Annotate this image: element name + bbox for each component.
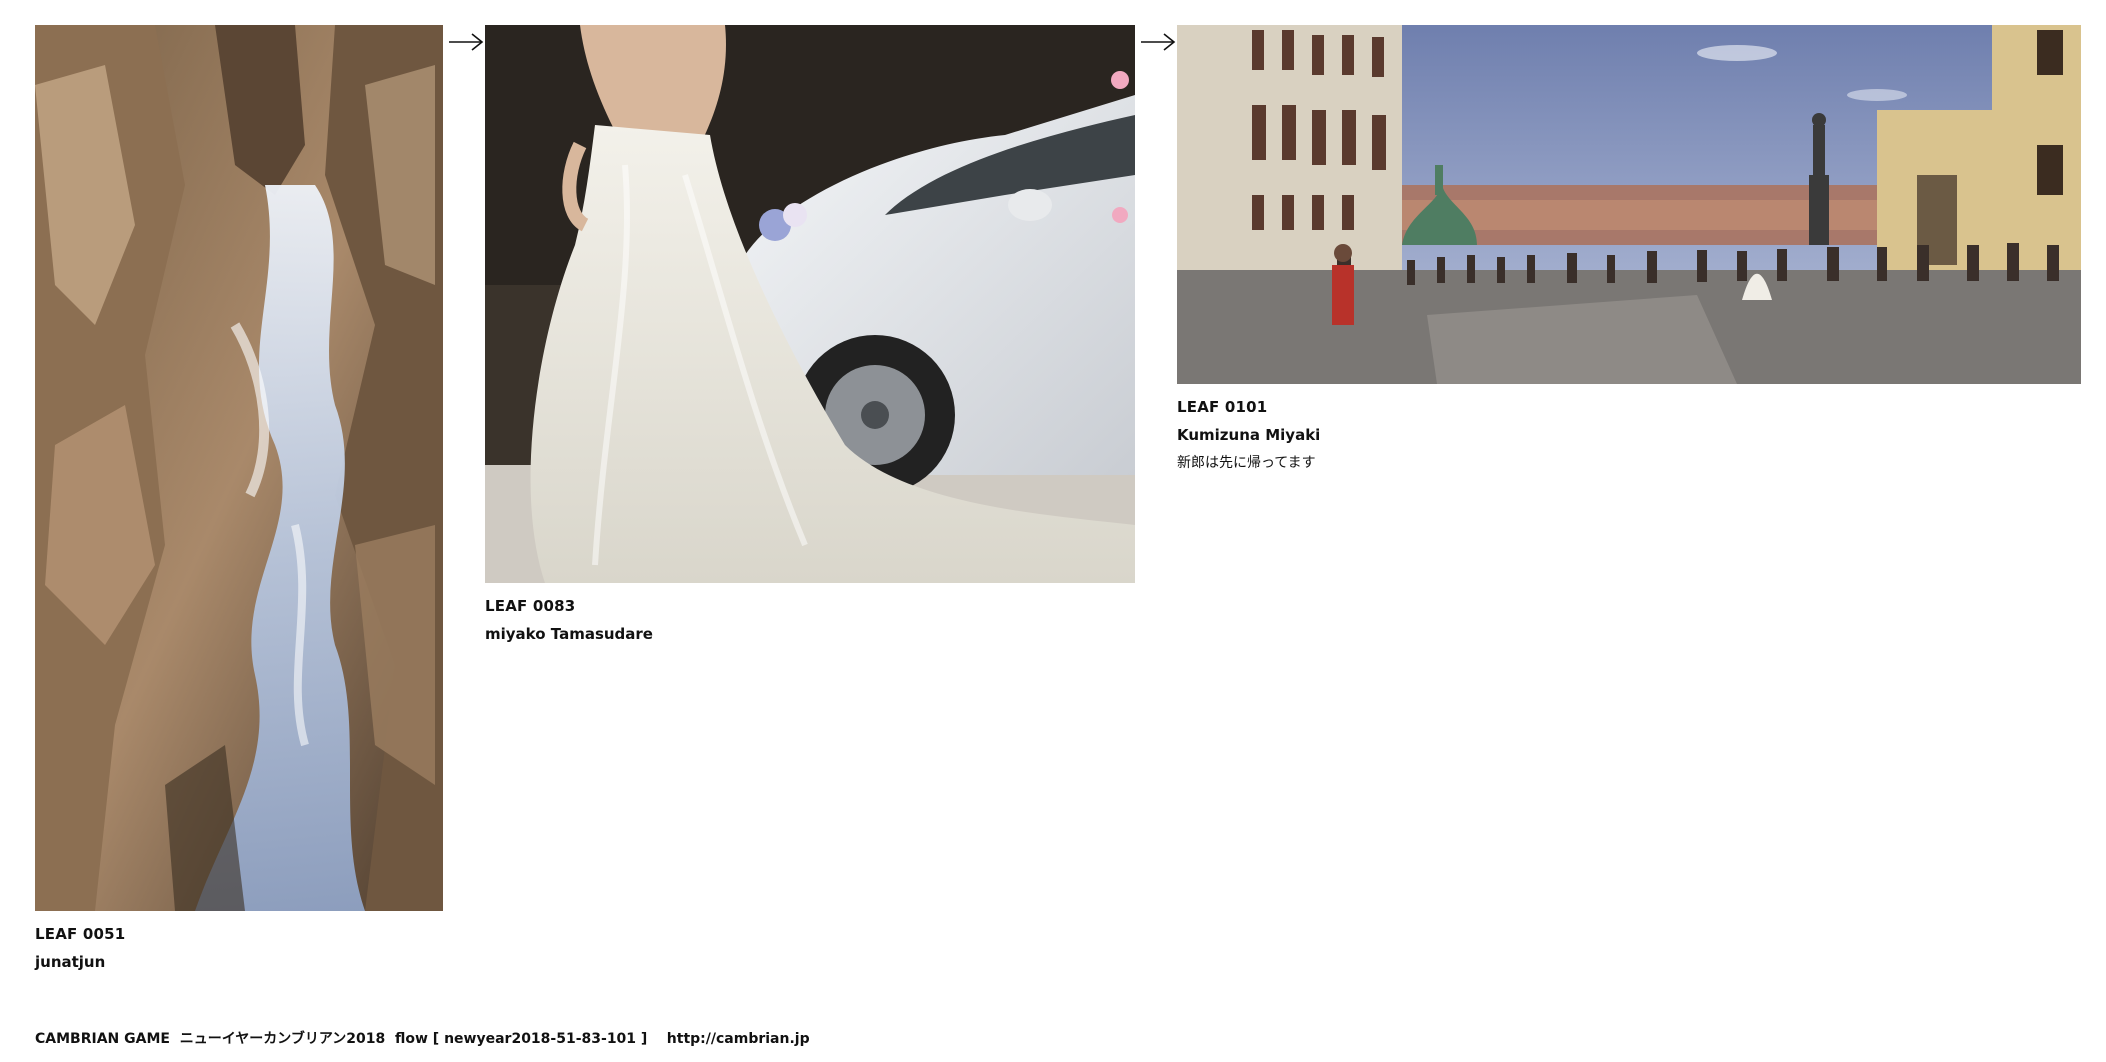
leaf-id: LEAF 0051 [35, 925, 126, 943]
bride-car-image [485, 25, 1135, 583]
castle-square-image [1177, 25, 2081, 384]
leaf-author-link[interactable]: miyako Tamasudare [485, 624, 1135, 644]
page: LEAF 0051 junatjun LEAF 0083 miyako Tama… [0, 0, 2106, 1062]
leaf-comment: 新郎は先に帰ってます [1177, 455, 1316, 471]
footer-text: CAMBRIAN GAME ニューイヤーカンブリアン2018 flow [ ne… [35, 1031, 810, 1047]
leaf-id: LEAF 0101 [1177, 398, 1268, 416]
waterfall-image [35, 25, 443, 911]
leaf-author-link[interactable]: Kumizuna Miyaki [1177, 425, 2081, 445]
leaf-author-link[interactable]: junatjun [35, 952, 443, 972]
leaf-card-3: LEAF 0101 Kumizuna Miyaki 新郎は先に帰ってます [1177, 25, 2081, 473]
leaf-photo-castle-square[interactable] [1177, 25, 2081, 384]
right-arrow-icon [449, 33, 484, 51]
right-arrow-icon [1141, 33, 1176, 51]
leaf-id: LEAF 0083 [485, 597, 576, 615]
leaf-photo-bride-car[interactable] [485, 25, 1135, 583]
leaf-card-1: LEAF 0051 junatjun [35, 25, 443, 972]
leaf-photo-waterfall[interactable] [35, 25, 443, 911]
leaf-card-2: LEAF 0083 miyako Tamasudare [485, 25, 1135, 644]
